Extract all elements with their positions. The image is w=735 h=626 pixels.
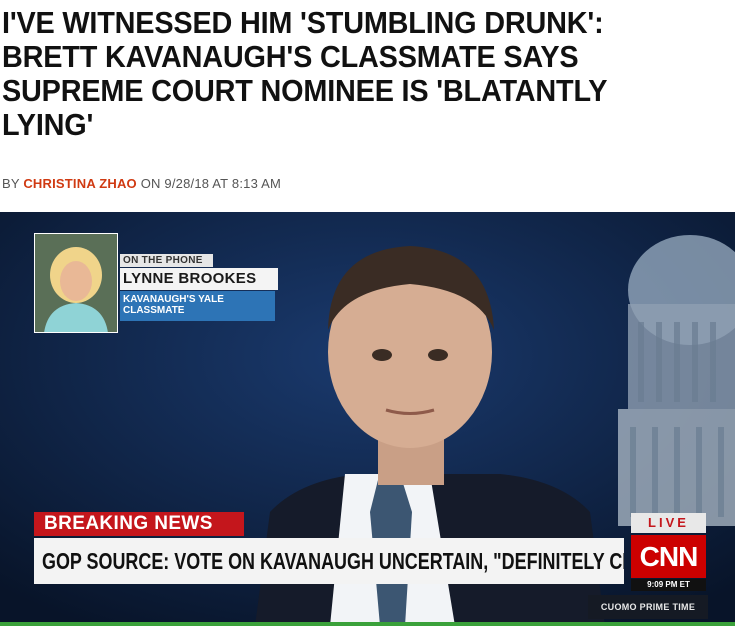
author-link[interactable]: CHRISTINA ZHAO	[23, 176, 137, 191]
ticker-text: GOP SOURCE: VOTE ON KAVANAUGH UNCERTAIN,…	[42, 548, 624, 574]
article-headline: I'VE WITNESSED HIM 'STUMBLING DRUNK': BR…	[2, 5, 607, 142]
caller-description: KAVANAUGH'S YALE CLASSMATE	[120, 291, 275, 321]
caller-photo	[34, 233, 118, 333]
byline: BY CHRISTINA ZHAO ON 9/28/18 AT 8:13 AM	[2, 176, 281, 191]
byline-prefix: BY	[2, 176, 20, 191]
publish-date: 9/28/18 AT 8:13 AM	[164, 176, 281, 191]
broadcast-clock: 9:09 PM ET	[631, 579, 706, 591]
date-prefix: ON	[140, 176, 161, 191]
network-logo: CNN	[631, 535, 706, 578]
bottom-divider	[0, 622, 735, 626]
caller-name: LYNNE BROOKES	[120, 268, 278, 290]
show-name-badge: CUOMO PRIME TIME	[588, 595, 708, 619]
on-the-phone-label: ON THE PHONE	[120, 254, 213, 267]
headline-ticker: GOP SOURCE: VOTE ON KAVANAUGH UNCERTAIN,…	[34, 538, 624, 584]
live-badge: LIVE	[631, 513, 706, 533]
capitol-dome	[618, 235, 735, 526]
breaking-news-banner: BREAKING NEWS	[34, 512, 244, 536]
